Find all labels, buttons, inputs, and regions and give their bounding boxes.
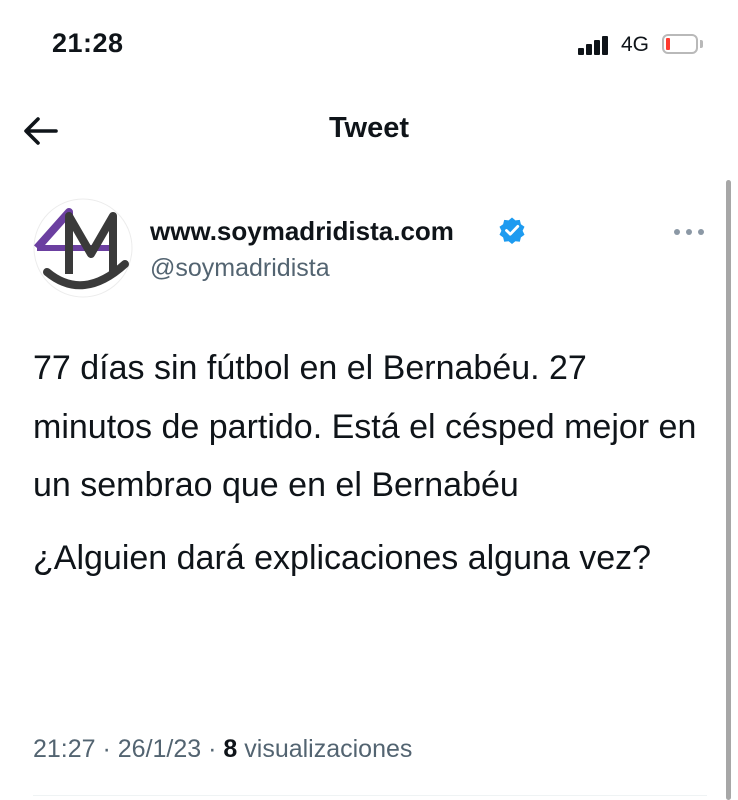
author-handle[interactable]: @soymadridista — [150, 254, 330, 283]
tweet-paragraph: 77 días sin fútbol en el Bernabéu. 27 mi… — [33, 349, 697, 504]
views-count[interactable]: 8 — [223, 735, 237, 763]
more-options-button[interactable] — [672, 220, 706, 244]
nav-bar: Tweet — [0, 92, 738, 172]
author-display-name[interactable]: www.soymadridista.com — [150, 216, 454, 247]
network-type: 4G — [621, 33, 650, 56]
tweet-timestamp[interactable]: 21:27 · 26/1/23 · — [33, 735, 223, 763]
page-title: Tweet — [328, 112, 410, 144]
verified-badge-icon — [498, 216, 526, 244]
tweet: www.soymadridista.com @soymadridista 77 … — [0, 172, 738, 800]
status-time: 21:28 — [52, 28, 124, 58]
tweet-meta: 21:27 · 26/1/23 · 8 visualizaciones — [33, 735, 412, 764]
status-bar: 21:28 4G — [0, 0, 738, 92]
battery-low-icon — [662, 34, 704, 54]
scrollbar[interactable] — [726, 180, 731, 800]
signal-icon — [578, 35, 610, 55]
views-label[interactable]: visualizaciones — [237, 735, 412, 763]
avatar[interactable] — [33, 198, 133, 298]
tweet-text: 77 días sin fútbol en el Bernabéu. 27 mi… — [33, 339, 713, 587]
divider — [33, 795, 707, 796]
tweet-paragraph: ¿Alguien dará explicaciones alguna vez? — [33, 538, 652, 577]
soymadridista-logo-icon — [33, 198, 133, 298]
